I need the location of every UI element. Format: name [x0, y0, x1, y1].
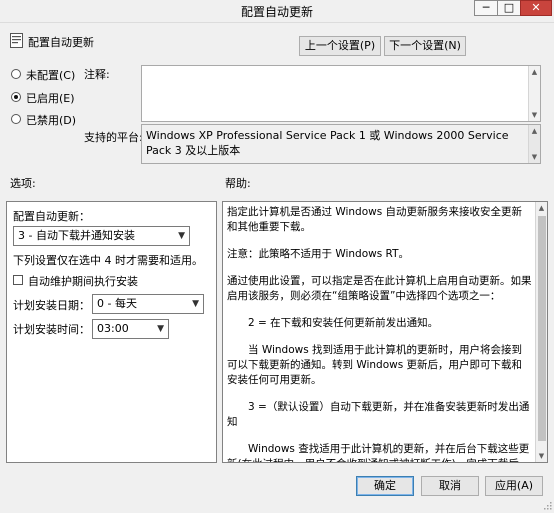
chevron-down-icon: ▼ [192, 299, 199, 309]
maintenance-checkbox[interactable] [13, 275, 23, 285]
scroll-down-icon[interactable]: ▼ [529, 151, 540, 163]
help-scrollbar[interactable]: ▲ ▼ [535, 202, 547, 462]
chevron-down-icon: ▼ [157, 324, 164, 334]
day-label: 计划安装日期： [13, 299, 90, 312]
comment-label: 注释: [84, 68, 110, 81]
day-dropdown[interactable]: 0 - 每天 ▼ [92, 294, 204, 314]
resize-grip-icon[interactable] [543, 500, 552, 510]
help-text: 指定此计算机是否通过 Windows 自动更新服务来接收安全更新和其他重要下载。… [227, 205, 532, 462]
options-label: 选项: [10, 177, 36, 190]
comment-textarea[interactable]: ▲ ▼ [141, 65, 541, 122]
help-paragraph: 注意：此策略不适用于 Windows RT。 [227, 248, 409, 260]
options-panel: 配置自动更新： 3 - 自动下载并通知安装 ▼ 下列设置仅在选中 4 时才需要和… [6, 201, 217, 463]
platform-text: Windows XP Professional Service Pack 1 或… [146, 129, 509, 157]
time-label: 计划安装时间： [13, 323, 90, 336]
help-paragraph: 指定此计算机是否通过 Windows 自动更新服务来接收安全更新和其他重要下载。 [227, 206, 523, 233]
close-button[interactable]: ✕ [520, 0, 552, 16]
ok-button[interactable]: 确定 [356, 476, 414, 496]
help-paragraph: 3 =（默认设置）自动下载更新，并在准备安装更新时发出通知 [227, 401, 530, 428]
window-title: 配置自动更新 [240, 5, 313, 19]
previous-setting-button[interactable]: 上一个设置(P) [299, 36, 381, 56]
scroll-down-icon[interactable]: ▼ [529, 109, 540, 121]
comment-scrollbar[interactable]: ▲ ▼ [528, 66, 540, 121]
policy-name: 配置自动更新 [28, 36, 94, 49]
apply-button[interactable]: 应用(A) [485, 476, 543, 496]
scrollbar-thumb[interactable] [538, 216, 546, 441]
scroll-up-icon[interactable]: ▲ [529, 66, 540, 78]
help-paragraph: 2 = 在下载和安装任何更新前发出通知。 [248, 317, 439, 329]
platform-label: 支持的平台: [84, 131, 143, 144]
maintenance-label: 自动维护期间执行安装 [28, 275, 138, 288]
configure-label: 配置自动更新： [13, 210, 90, 223]
chevron-down-icon: ▼ [178, 231, 185, 241]
minimize-button[interactable]: ─ [474, 0, 498, 16]
note-text: 下列设置仅在选中 4 时才需要和适用。 [13, 254, 203, 267]
policy-icon [10, 33, 23, 48]
scroll-up-icon[interactable]: ▲ [529, 125, 540, 137]
configure-dropdown[interactable]: 3 - 自动下载并通知安装 ▼ [13, 226, 190, 246]
scroll-down-icon[interactable]: ▼ [536, 450, 547, 462]
help-paragraph: Windows 查找适用于此计算机的更新，并在后台下载这些更新(在此过程中，用户… [227, 443, 530, 462]
maximize-button[interactable]: □ [497, 0, 521, 16]
platform-box: Windows XP Professional Service Pack 1 或… [141, 124, 541, 164]
cancel-button[interactable]: 取消 [421, 476, 479, 496]
help-label: 帮助: [225, 177, 251, 190]
help-paragraph: 通过使用此设置，可以指定是否在此计算机上启用自动更新。如果启用该服务，则必须在“… [227, 275, 532, 302]
time-dropdown[interactable]: 03:00 ▼ [92, 319, 169, 339]
help-panel: 指定此计算机是否通过 Windows 自动更新服务来接收安全更新和其他重要下载。… [222, 201, 548, 463]
next-setting-button[interactable]: 下一个设置(N) [384, 36, 466, 56]
platform-scrollbar[interactable]: ▲ ▼ [528, 125, 540, 163]
scroll-up-icon[interactable]: ▲ [536, 202, 547, 214]
help-paragraph: 当 Windows 找到适用于此计算机的更新时，用户将会接到可以下载更新的通知。… [227, 344, 523, 386]
